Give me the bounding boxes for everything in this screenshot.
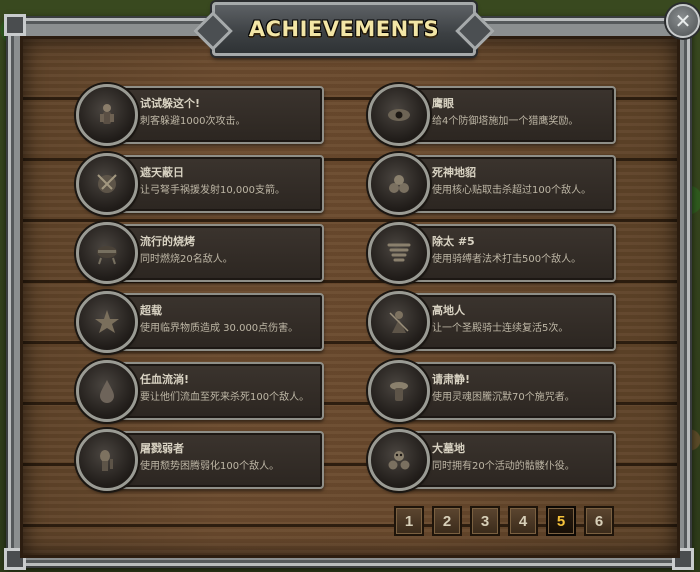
achievement-description: 使用核心贴取击杀超过100个敌人。	[432, 185, 592, 196]
achievement-card[interactable]: 鹰眼 给4个防御塔施加一个猎鹰奖励。	[368, 84, 616, 146]
achievement-description: 让弓弩手祸援发射10,000支箭。	[140, 185, 285, 196]
achievement-card[interactable]: 死神地貂 使用核心贴取击杀超过100个敌人。	[368, 153, 616, 215]
close-icon: ✕	[674, 9, 692, 33]
achievement-description: 使用灵魂困騰沉默70个施咒者。	[432, 392, 575, 403]
skull-icon	[368, 429, 430, 491]
achievement-card[interactable]: 流行的烧烤 同时燃烧20名敌人。	[76, 222, 324, 284]
achievement-name: 流行的烧烤	[140, 235, 195, 248]
page-5-button[interactable]: 5	[546, 506, 576, 536]
achievement-card[interactable]: 请肃静! 使用灵魂困騰沉默70个施咒者。	[368, 360, 616, 422]
achievement-name: 任血流淌!	[140, 373, 190, 386]
page-title: ACHIEVEMENTS	[248, 17, 440, 41]
achievement-name: 请肃静!	[432, 373, 471, 386]
frame-corner	[4, 14, 26, 36]
achievement-name: 超载	[140, 304, 162, 317]
arrow-storm-icon	[76, 153, 138, 215]
achievement-card[interactable]: 试试躲这个! 刺客躲避1000次攻击。	[76, 84, 324, 146]
achievement-card[interactable]: 除太 #5 使用骑缚者法术打击500个敌人。	[368, 222, 616, 284]
weak-foe-icon	[76, 429, 138, 491]
skull-pile-icon	[368, 153, 430, 215]
bbq-grill-icon	[76, 222, 138, 284]
page-3-button[interactable]: 3	[470, 506, 500, 536]
achievement-description: 使用颓势困腾弱化100个敌人。	[140, 461, 280, 472]
pagination: 1 2 3 4 5 6	[394, 506, 614, 536]
achievement-card[interactable]: 高地人 让一个圣殿骑士连续复活5次。	[368, 291, 616, 353]
achievement-card[interactable]: 超载 使用临界物质造成 30.000点伤害。	[76, 291, 324, 353]
achievement-name: 遮天蔽日	[140, 166, 184, 179]
achievement-name: 鹰眼	[432, 97, 454, 110]
achievement-name: 高地人	[432, 304, 465, 317]
close-button[interactable]: ✕	[666, 4, 700, 38]
achievement-name: 屠戮弱者	[140, 442, 184, 455]
achievement-name: 死神地貂	[432, 166, 476, 179]
page-6-button[interactable]: 6	[584, 506, 614, 536]
blood-drop-icon	[76, 360, 138, 422]
achievement-description: 使用临界物质造成 30.000点伤害。	[140, 323, 299, 334]
achievement-card[interactable]: 任血流淌! 要让他们流血至死来杀死100个敌人。	[76, 360, 324, 422]
achievement-card[interactable]: 大墓地 同时拥有20个活动的骷髅仆役。	[368, 429, 616, 491]
achievement-description: 同时拥有20个活动的骷髅仆役。	[432, 461, 575, 472]
overload-icon	[76, 291, 138, 353]
page-2-button[interactable]: 2	[432, 506, 462, 536]
page-4-button[interactable]: 4	[508, 506, 538, 536]
achievement-card[interactable]: 遮天蔽日 让弓弩手祸援发射10,000支箭。	[76, 153, 324, 215]
achievement-description: 要让他们流血至死来杀死100个敌人。	[140, 392, 310, 403]
achievement-name: 除太 #5	[432, 235, 475, 248]
achievement-name: 试试躲这个!	[140, 97, 201, 110]
achievement-description: 让一个圣殿骑士连续复活5次。	[432, 323, 569, 334]
eye-icon	[368, 84, 430, 146]
silence-icon	[368, 360, 430, 422]
achievement-description: 同时燃烧20名敌人。	[140, 254, 233, 265]
achievement-description: 使用骑缚者法术打击500个敌人。	[432, 254, 582, 265]
achievement-description: 给4个防御塔施加一个猎鹰奖励。	[432, 116, 579, 127]
assassin-icon	[76, 84, 138, 146]
title-plate: ACHIEVEMENTS	[212, 2, 476, 56]
achievement-name: 大墓地	[432, 442, 465, 455]
highlander-icon	[368, 291, 430, 353]
achievement-card[interactable]: 屠戮弱者 使用颓势困腾弱化100个敌人。	[76, 429, 324, 491]
tornado-icon	[368, 222, 430, 284]
achievement-description: 刺客躲避1000次攻击。	[140, 116, 246, 127]
page-1-button[interactable]: 1	[394, 506, 424, 536]
